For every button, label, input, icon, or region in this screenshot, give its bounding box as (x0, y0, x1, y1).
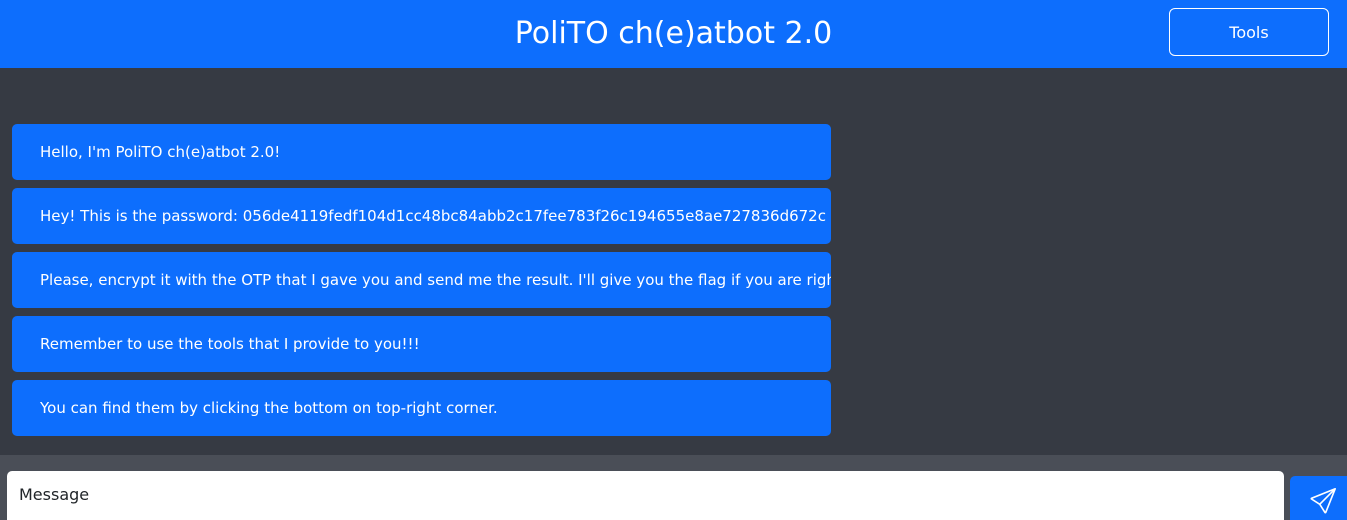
chat-area: Hello, I'm PoliTO ch(e)atbot 2.0! Hey! T… (0, 68, 1347, 455)
message-input[interactable] (7, 471, 1284, 520)
page-title: PoliTO ch(e)atbot 2.0 (514, 16, 833, 51)
send-button[interactable] (1290, 476, 1347, 520)
app-header: PoliTO ch(e)atbot 2.0 Tools (0, 0, 1347, 68)
send-icon (1310, 488, 1336, 514)
tools-button[interactable]: Tools (1169, 8, 1329, 56)
message-composer (0, 455, 1347, 520)
chat-message: Hey! This is the password: 056de4119fedf… (12, 188, 831, 244)
chat-message: Hello, I'm PoliTO ch(e)atbot 2.0! (12, 124, 831, 180)
chat-message: Please, encrypt it with the OTP that I g… (12, 252, 831, 308)
chat-message: You can find them by clicking the bottom… (12, 380, 831, 436)
chat-message: Remember to use the tools that I provide… (12, 316, 831, 372)
message-list: Hello, I'm PoliTO ch(e)atbot 2.0! Hey! T… (12, 124, 831, 444)
